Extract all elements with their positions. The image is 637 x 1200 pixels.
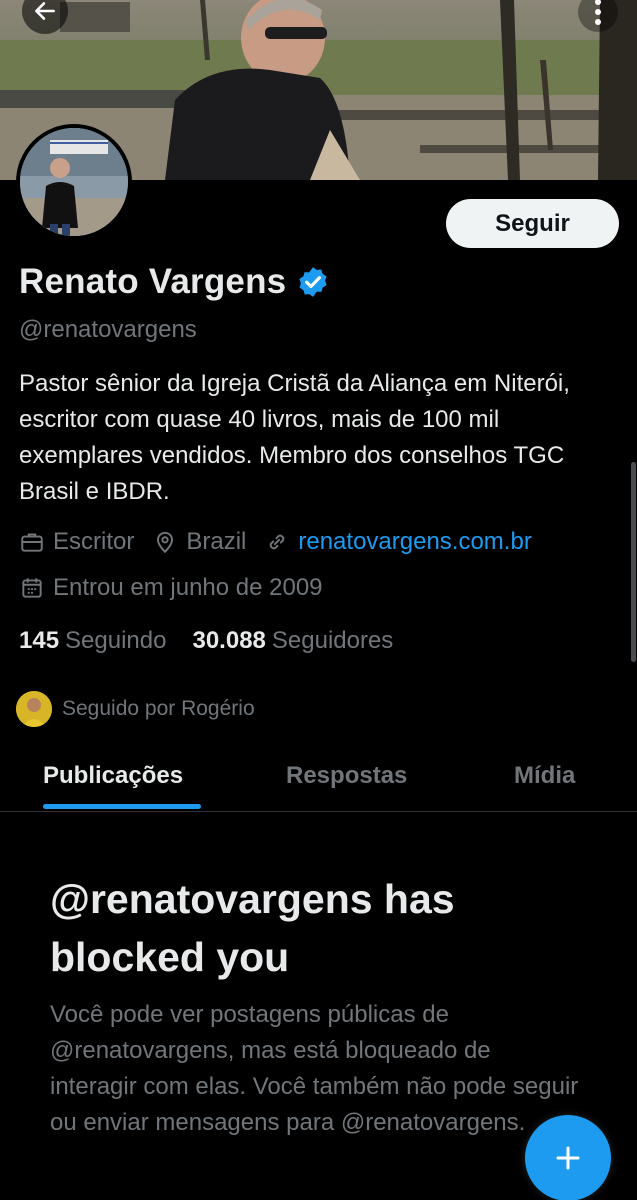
blocked-message: Você pode ver postagens públicas de @ren… — [50, 1001, 579, 1136]
followed-by-label: Seguido por Rogério — [62, 697, 255, 720]
joined-label: Entrou em junho de 2009 — [53, 574, 323, 601]
location-pin-icon — [157, 531, 174, 554]
website-item[interactable]: renatovargens.com.br — [264, 528, 532, 556]
tab-posts[interactable]: Publicações — [43, 762, 183, 790]
following-count: 145 — [19, 627, 60, 654]
compose-button[interactable] — [525, 1115, 611, 1200]
calendar-icon — [22, 578, 42, 598]
followers-label: Seguidores — [271, 627, 394, 654]
profession-item: Escritor — [19, 528, 134, 556]
profile-bio: Pastor sênior da Igreja Cristã da Alianç… — [19, 370, 570, 505]
joined-item: Entrou em junho de 2009 — [19, 574, 323, 602]
tab-replies[interactable]: Respostas — [286, 762, 407, 790]
follower-avatar — [16, 691, 52, 727]
profession-label: Escritor — [53, 528, 135, 555]
verified-badge-icon[interactable] — [296, 265, 330, 299]
profile-name-row: Renato Vargens — [19, 262, 330, 302]
arrow-left-icon — [35, 2, 55, 20]
website-link[interactable]: renatovargens.com.br — [298, 528, 531, 556]
tab-media[interactable]: Mídia — [514, 762, 575, 790]
profile-handle: @renatovargens — [19, 316, 197, 343]
profile-avatar[interactable] — [16, 124, 132, 240]
blocked-title: @renatovargens has blocked you — [50, 876, 455, 980]
more-vertical-icon — [595, 0, 601, 25]
profile-name: Renato Vargens — [19, 262, 287, 301]
following-label: Seguindo — [65, 627, 167, 654]
profile-tabs: Publicações Respostas Mídia — [0, 746, 637, 812]
joined-row: Entrou em junho de 2009 — [19, 574, 341, 602]
link-icon — [270, 534, 285, 550]
plus-icon — [556, 1146, 580, 1170]
location-label: Brazil — [186, 528, 247, 555]
scrollbar[interactable] — [631, 462, 636, 662]
following-stat[interactable]: 145 Seguindo — [19, 627, 166, 655]
followers-stat[interactable]: 30.088 Seguidores — [192, 627, 393, 655]
followed-by[interactable]: Seguido por Rogério — [16, 691, 255, 727]
avatar-photo — [20, 128, 128, 236]
active-tab-indicator — [43, 804, 201, 809]
follower-avatar-photo — [16, 691, 52, 727]
profile-meta-row: Escritor Brazil renatovargens.com.br — [19, 528, 550, 556]
followers-count: 30.088 — [192, 627, 266, 654]
follow-button[interactable]: Seguir — [446, 199, 619, 248]
briefcase-icon — [21, 533, 43, 552]
profile-stats: 145 Seguindo 30.088 Seguidores — [19, 627, 419, 655]
location-item: Brazil — [152, 528, 246, 556]
